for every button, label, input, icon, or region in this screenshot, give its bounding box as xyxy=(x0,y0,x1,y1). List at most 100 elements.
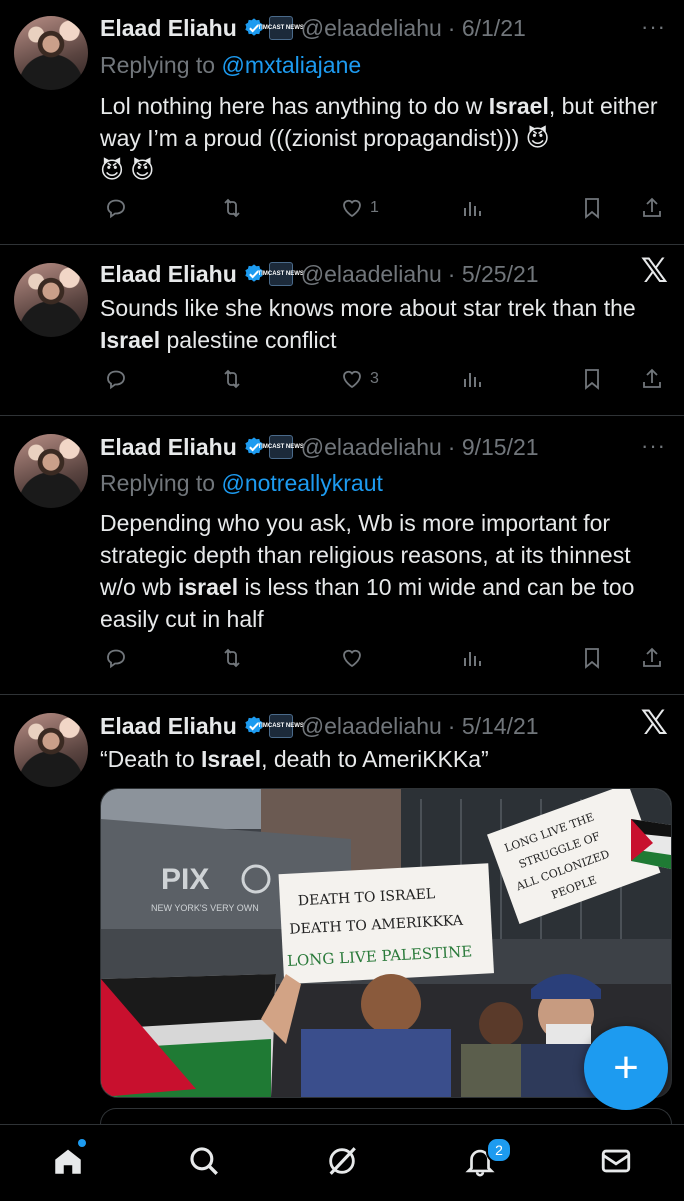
replying-to-link[interactable]: @mxtaliajane xyxy=(221,52,361,78)
text-segment: Lol nothing here has anything to do w xyxy=(100,93,489,119)
tweet-actions xyxy=(100,646,672,676)
tweet-date[interactable]: · 5/14/21 xyxy=(448,713,539,740)
reply-icon xyxy=(107,370,125,390)
tweet-date[interactable]: · 9/15/21 xyxy=(448,434,539,461)
x-logo-icon[interactable]: 𝕏 xyxy=(641,703,668,743)
author-name[interactable]: Elaad Eliahu xyxy=(100,713,237,740)
author-name[interactable]: Elaad Eliahu xyxy=(100,15,237,42)
retweet-button[interactable] xyxy=(220,367,244,391)
pix-sign: PIX xyxy=(161,863,209,896)
pix-subtitle: NEW YORK'S VERY OWN xyxy=(151,903,259,913)
tweet[interactable]: Elaad Eliahu TIMCAST NEWS @elaadeliahu ·… xyxy=(0,245,684,416)
tweet-header: Elaad Eliahu TIMCAST NEWS @elaadeliahu ·… xyxy=(100,11,526,45)
author-name[interactable]: Elaad Eliahu xyxy=(100,434,237,461)
avatar[interactable] xyxy=(14,434,88,508)
retweet-icon xyxy=(224,198,240,218)
heart-icon xyxy=(343,649,361,668)
text-highlight: Israel xyxy=(201,746,262,772)
avatar[interactable] xyxy=(14,16,88,90)
tweet-text: Depending who you ask, Wb is more import… xyxy=(100,507,660,635)
timcast-news-badge-icon: TIMCAST NEWS xyxy=(258,16,304,40)
x-logo-icon[interactable]: 𝕏 xyxy=(641,251,668,291)
views-button[interactable] xyxy=(460,196,484,220)
reply-button[interactable] xyxy=(104,367,128,391)
text-highlight: israel xyxy=(177,574,239,600)
protest-photo: PIX NEW YORK'S VERY OWN DEATH TO ISRAEL … xyxy=(101,789,671,1097)
like-button[interactable]: 1 xyxy=(340,196,379,220)
share-button[interactable] xyxy=(640,646,664,670)
tweet-header: Elaad Eliahu TIMCAST NEWS @elaadeliahu ·… xyxy=(100,430,539,464)
like-button[interactable] xyxy=(340,646,370,670)
avatar[interactable] xyxy=(14,713,88,787)
author-handle: @elaadeliahu xyxy=(300,14,442,41)
tweet-text: Sounds like she knows more about star tr… xyxy=(100,292,660,356)
analytics-icon xyxy=(464,373,481,387)
devil-emoji-icon: 😈 xyxy=(100,157,124,183)
tweet-date[interactable]: · 6/1/21 xyxy=(448,15,526,42)
bottom-tab-bar: 2 xyxy=(0,1124,684,1201)
tweet-actions: 1 xyxy=(100,196,672,226)
author-handle: @elaadeliahu xyxy=(300,712,442,739)
analytics-icon xyxy=(464,202,481,216)
notifications-count-badge: 2 xyxy=(486,1137,512,1163)
reply-button[interactable] xyxy=(104,646,128,670)
tweet-text: Lol nothing here has anything to do w Is… xyxy=(100,90,660,186)
search-icon xyxy=(190,1147,218,1175)
like-button[interactable]: 3 xyxy=(340,367,379,391)
replying-to-link[interactable]: @notreallykraut xyxy=(221,470,382,496)
tab-messages[interactable] xyxy=(596,1141,636,1181)
author-handle: @elaadeliahu xyxy=(300,433,442,460)
more-icon[interactable]: ··· xyxy=(641,433,666,459)
timcast-news-badge-icon: TIMCAST NEWS xyxy=(258,435,304,459)
compose-button[interactable]: + xyxy=(584,1026,668,1110)
replying-to: Replying to @notreallykraut xyxy=(100,470,383,497)
tweet[interactable]: Elaad Eliahu TIMCAST NEWS @elaadeliahu ·… xyxy=(0,0,684,245)
more-icon[interactable]: ··· xyxy=(641,14,666,40)
devil-emoji-icon: 😈 xyxy=(130,157,155,183)
timcast-news-badge-icon: TIMCAST NEWS xyxy=(258,714,304,738)
tweet[interactable]: Elaad Eliahu TIMCAST NEWS @elaadeliahu ·… xyxy=(0,416,684,695)
reply-icon xyxy=(107,199,125,219)
reply-icon xyxy=(107,649,125,669)
tweet-header: Elaad Eliahu TIMCAST NEWS @elaadeliahu ·… xyxy=(100,709,539,743)
text-highlight: Israel xyxy=(488,93,549,119)
replying-to: Replying to @mxtaliajane xyxy=(100,52,361,79)
author-name[interactable]: Elaad Eliahu xyxy=(100,261,237,288)
devil-emoji-icon: 😈 xyxy=(525,125,550,151)
tab-grok[interactable] xyxy=(322,1141,362,1181)
tweet-date[interactable]: · 5/25/21 xyxy=(448,261,539,288)
grok-icon xyxy=(329,1147,356,1175)
tweet-header: Elaad Eliahu TIMCAST NEWS @elaadeliahu ·… xyxy=(100,257,539,291)
palestine-flag-small xyxy=(631,819,671,869)
bookmark-icon xyxy=(585,198,599,219)
tab-search[interactable] xyxy=(184,1141,224,1181)
text-segment: Sounds like she knows more about star tr… xyxy=(100,295,636,321)
bookmark-button[interactable] xyxy=(580,196,604,220)
timcast-news-badge-icon: TIMCAST NEWS xyxy=(258,262,304,286)
text-segment: “Death to xyxy=(100,746,201,772)
retweet-button[interactable] xyxy=(220,646,244,670)
views-button[interactable] xyxy=(460,367,484,391)
bookmark-button[interactable] xyxy=(580,646,604,670)
tweet-actions: 3 xyxy=(100,367,672,397)
bookmark-button[interactable] xyxy=(580,367,604,391)
text-segment: palestine conflict xyxy=(160,327,337,353)
text-segment: , death to AmeriKKKa” xyxy=(261,746,489,772)
palestine-flag xyxy=(101,974,276,1097)
bookmark-icon xyxy=(585,648,599,669)
replying-to-prefix: Replying to xyxy=(100,470,216,496)
share-button[interactable] xyxy=(640,196,664,220)
mail-icon xyxy=(601,1149,631,1173)
share-button[interactable] xyxy=(640,367,664,391)
reply-button[interactable] xyxy=(104,196,128,220)
share-icon xyxy=(643,197,661,217)
tab-home[interactable] xyxy=(48,1141,88,1181)
avatar[interactable] xyxy=(14,263,88,337)
analytics-icon xyxy=(464,652,481,666)
author-handle: @elaadeliahu xyxy=(300,260,442,287)
retweet-icon xyxy=(224,369,240,389)
home-icon xyxy=(55,1149,81,1174)
retweet-button[interactable] xyxy=(220,196,244,220)
like-count: 1 xyxy=(370,199,379,216)
views-button[interactable] xyxy=(460,646,484,670)
